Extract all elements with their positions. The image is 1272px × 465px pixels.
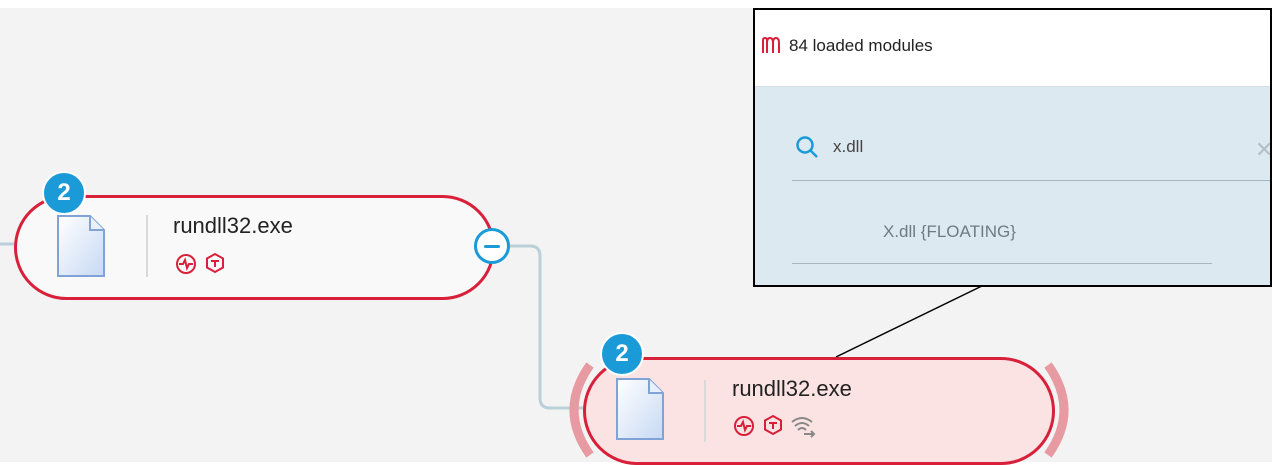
collapse-icon[interactable] bbox=[474, 228, 510, 264]
node-divider bbox=[704, 380, 706, 442]
close-icon[interactable]: ✕ bbox=[1255, 139, 1270, 161]
modules-icon bbox=[762, 37, 780, 53]
process-name: rundll32.exe bbox=[173, 213, 293, 238]
modules-count-label: 84 loaded modules bbox=[789, 36, 933, 55]
activity-icon[interactable] bbox=[175, 253, 197, 275]
shield-icon[interactable] bbox=[762, 414, 784, 436]
module-result-item[interactable]: X.dll {FLOATING} bbox=[883, 222, 1016, 242]
search-underline bbox=[792, 180, 1270, 181]
network-icon[interactable] bbox=[790, 414, 816, 438]
result-divider bbox=[792, 263, 1212, 264]
file-icon bbox=[57, 215, 105, 277]
shield-icon[interactable] bbox=[204, 252, 226, 274]
process-name: rundll32.exe bbox=[732, 376, 852, 401]
search-icon bbox=[796, 136, 818, 158]
loaded-modules-popup: 84 loaded modules x.dll ✕ X.dll {FLOATIN… bbox=[753, 8, 1272, 287]
file-icon bbox=[616, 378, 664, 440]
popup-pointer bbox=[835, 283, 987, 358]
activity-icon[interactable] bbox=[733, 415, 755, 437]
instance-count-badge: 2 bbox=[600, 332, 644, 376]
popup-header: 84 loaded modules bbox=[755, 10, 1270, 87]
node-divider bbox=[146, 215, 148, 277]
module-search-input[interactable]: x.dll bbox=[833, 137, 863, 157]
instance-count-badge: 2 bbox=[42, 171, 86, 215]
